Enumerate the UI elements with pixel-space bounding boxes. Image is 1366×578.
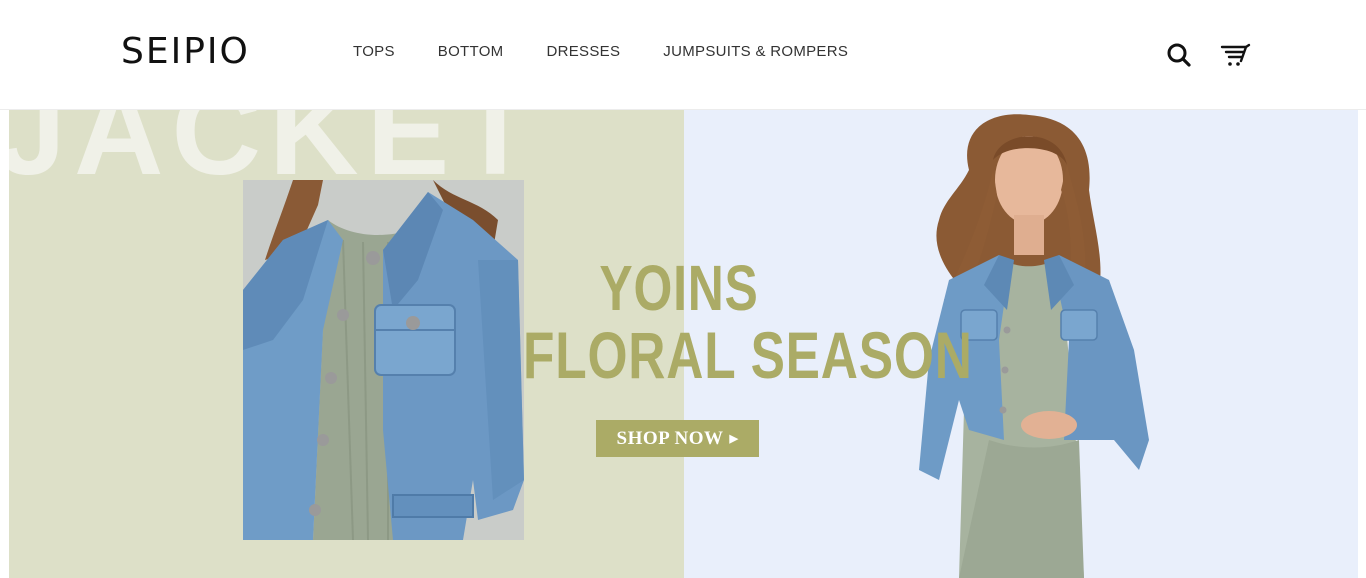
nav-item-jumpsuits-rompers[interactable]: JUMPSUITS & ROMPERS [663,42,848,62]
play-arrow-icon: ▶ [729,433,739,445]
headline-line-2: FLORAL SEASON [523,318,973,392]
brand-logo[interactable]: SEIPIO [121,32,250,72]
shop-now-label: SHOP NOW [616,427,724,449]
product-photo-jacket-closeup [243,180,524,541]
site-header: SEIPIO TOPS BOTTOM DRESSES JUMPSUITS & R… [0,0,1366,110]
nav-item-tops[interactable]: TOPS [353,42,395,62]
headline-line-1: YOINS [599,252,759,324]
hero-banner[interactable]: JACKET YOINS FLORAL SEASON SHOP NOW ▶ [9,110,1358,578]
cart-icon[interactable] [1220,40,1251,70]
nav-item-bottom[interactable]: BOTTOM [438,42,504,62]
search-icon[interactable] [1164,40,1194,70]
banner-headline: YOINS FLORAL SEASON [523,252,973,392]
main-nav: TOPS BOTTOM DRESSES JUMPSUITS & ROMPERS [353,42,848,62]
shop-now-button[interactable]: SHOP NOW ▶ [596,420,759,457]
nav-item-dresses[interactable]: DRESSES [546,42,620,62]
